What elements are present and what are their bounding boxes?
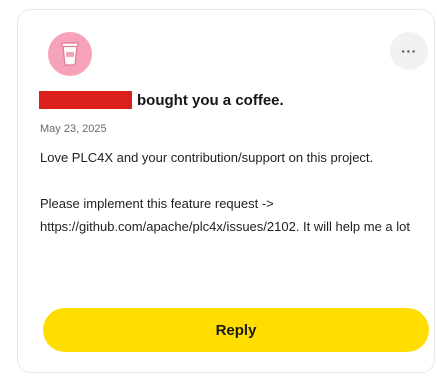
message-paragraph-2: Please implement this feature request ->… (40, 196, 410, 234)
coffee-cup-icon (61, 42, 79, 66)
reply-button[interactable]: Reply (43, 308, 429, 352)
notification-headline: bought you a coffee. (39, 89, 284, 111)
supporter-avatar (48, 32, 92, 76)
more-options-icon: ··· (401, 43, 417, 59)
coffee-notification-card: ··· bought you a coffee. May 23, 2025 Lo… (17, 9, 435, 373)
more-options-button[interactable]: ··· (390, 32, 428, 70)
notification-date: May 23, 2025 (40, 123, 107, 135)
message-paragraph-1: Love PLC4X and your contribution/support… (40, 150, 374, 165)
notification-message: Love PLC4X and your contribution/support… (40, 146, 425, 238)
redacted-supporter-name (39, 91, 132, 109)
headline-text: bought you a coffee. (137, 91, 284, 109)
